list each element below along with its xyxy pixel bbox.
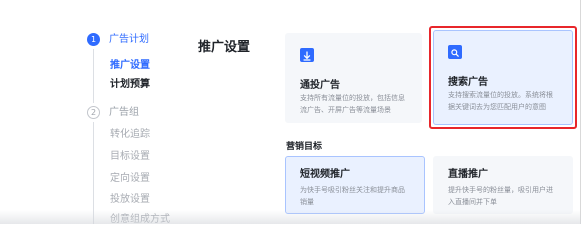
step-2-badge: 2 <box>87 106 100 119</box>
highlight-box <box>429 26 577 129</box>
step-connector <box>93 49 94 103</box>
card-live-promo[interactable]: 直播推广 提升快手号的粉丝量，吸引用户进 入直播间并下单 <box>433 156 573 214</box>
nav-item-conversion-tracking[interactable]: 转化追踪 <box>110 128 150 141</box>
card-title: 通投广告 <box>300 80 340 91</box>
step-1-title[interactable]: 广告计划 <box>109 33 149 46</box>
bottom-shadow <box>0 210 581 224</box>
nav-item-delivery-settings[interactable]: 投放设置 <box>110 193 150 206</box>
step-2-title[interactable]: 广告组 <box>109 106 139 119</box>
card-description: 为快手号吸引粉丝关注和提升商品 销量 <box>300 186 405 206</box>
card-description: 提升快手号的粉丝量，吸引用户进 入直播间并下单 <box>448 186 553 206</box>
step-connector <box>93 122 94 224</box>
download-arrow-icon <box>300 48 314 62</box>
card-short-video-promo[interactable]: 短视频推广 为快手号吸引粉丝关注和提升商品 销量 <box>285 156 425 214</box>
section-title: 推广设置 <box>198 40 251 55</box>
step-1-badge: 1 <box>87 33 100 46</box>
nav-item-target-settings[interactable]: 目标设置 <box>110 150 150 163</box>
card-description: 支持所有流量位的投放，包括信息 流广告、开屏广告等流量场景 <box>300 94 405 114</box>
marketing-goal-label: 营销目标 <box>286 142 323 152</box>
card-title: 短视频推广 <box>300 169 350 180</box>
nav-item-targeting[interactable]: 定向设置 <box>110 172 150 185</box>
ad-plan-page: 1 广告计划 推广设置 计划预算 2 广告组 转化追踪 目标设置 定向设置 投放… <box>0 0 581 225</box>
card-title: 直播推广 <box>448 169 488 180</box>
nav-item-promo-settings[interactable]: 推广设置 <box>110 59 150 72</box>
card-general-ads[interactable]: 通投广告 支持所有流量位的投放，包括信息 流广告、开屏广告等流量场景 <box>285 33 422 123</box>
nav-item-plan-budget[interactable]: 计划预算 <box>110 78 150 91</box>
